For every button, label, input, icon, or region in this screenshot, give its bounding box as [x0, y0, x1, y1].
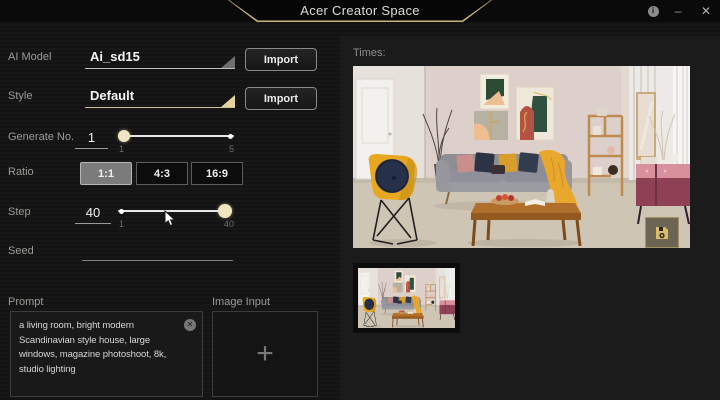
generate-no-label: Generate No. [8, 131, 74, 143]
ai-model-import-button[interactable]: Import [245, 48, 317, 71]
style-value: Default [90, 88, 134, 103]
app-title: Acer Creator Space [228, 3, 492, 18]
title-emblem: Acer Creator Space [228, 0, 492, 22]
image-input-label: Image Input [212, 296, 270, 308]
generate-no-slider[interactable] [118, 128, 234, 144]
ai-model-label: AI Model [8, 51, 51, 63]
title-bar: Acer Creator Space i – ✕ [0, 0, 720, 22]
generated-image-preview [353, 66, 690, 248]
times-label: Times: [353, 47, 386, 59]
image-input-dropzone[interactable]: + [212, 311, 318, 397]
result-thumbnail-image [358, 268, 455, 328]
minimize-icon: – [675, 4, 682, 18]
ratio-option-1-1[interactable]: 1:1 [80, 162, 132, 185]
step-value[interactable]: 40 [75, 205, 111, 220]
seed-input[interactable] [82, 244, 233, 261]
generate-no-value[interactable]: 1 [75, 130, 108, 145]
ai-model-value: Ai_sd15 [90, 49, 140, 64]
generate-no-min: 1 [119, 144, 124, 154]
dropdown-corner-icon [221, 95, 235, 107]
ratio-option-4-3[interactable]: 4:3 [136, 162, 188, 185]
close-icon: ✕ [701, 4, 711, 18]
dropdown-corner-icon [221, 56, 235, 68]
generate-no-slider-handle[interactable] [118, 130, 130, 142]
output-panel: Times: [340, 36, 720, 400]
save-image-button[interactable] [645, 217, 679, 248]
step-slider[interactable] [118, 203, 232, 219]
ratio-label: Ratio [8, 166, 34, 178]
prompt-text: a living room, bright modern Scandinavia… [19, 319, 180, 378]
prompt-input[interactable]: a living room, bright modern Scandinavia… [10, 311, 203, 397]
result-thumbnail[interactable] [353, 263, 460, 333]
seed-label: Seed [8, 245, 34, 257]
save-icon [654, 225, 670, 241]
minimize-button[interactable]: – [668, 0, 688, 22]
close-button[interactable]: ✕ [694, 0, 718, 22]
step-slider-handle[interactable] [218, 204, 232, 218]
step-min: 1 [119, 219, 124, 229]
style-import-button[interactable]: Import [245, 87, 317, 110]
step-label: Step [8, 206, 31, 218]
app-window: Acer Creator Space i – ✕ AI Model Ai_sd1… [0, 0, 720, 400]
plus-icon: + [256, 339, 274, 369]
ai-model-dropdown[interactable]: Ai_sd15 [85, 47, 235, 69]
step-max: 40 [224, 219, 234, 229]
clear-icon: ✕ [187, 321, 194, 329]
style-label: Style [8, 90, 32, 102]
info-icon: i [648, 6, 659, 17]
prompt-clear-button[interactable]: ✕ [184, 319, 196, 331]
generate-no-max: 5 [229, 144, 234, 154]
prompt-label: Prompt [8, 296, 43, 308]
info-button[interactable]: i [644, 0, 662, 22]
style-dropdown[interactable]: Default [85, 86, 235, 108]
ratio-option-16-9[interactable]: 16:9 [191, 162, 243, 185]
